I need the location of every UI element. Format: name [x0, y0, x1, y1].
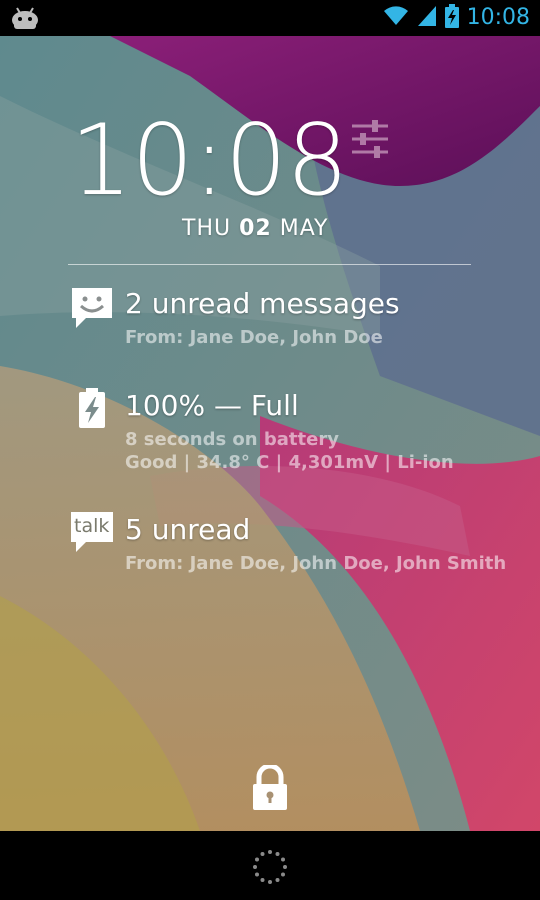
- clock-time: 10:08: [70, 104, 348, 218]
- loading-spinner-icon: [252, 849, 288, 885]
- notification-talk[interactable]: talk 5 unread From: Jane Doe, John Doe, …: [70, 512, 520, 576]
- date-num: 02: [239, 216, 272, 241]
- lock-icon[interactable]: [250, 763, 290, 811]
- talk-icon: talk: [70, 512, 114, 556]
- battery-charging-icon: [70, 388, 114, 432]
- battery-charging-icon: [444, 4, 459, 32]
- status-time: 10:08: [466, 5, 530, 30]
- notification-line: From: Jane Doe, John Doe: [125, 327, 383, 348]
- talk-icon-label: talk: [74, 515, 110, 537]
- notification-line: 8 seconds on battery: [125, 429, 339, 450]
- sliders-settings-icon[interactable]: [350, 120, 390, 158]
- divider: [68, 264, 471, 265]
- wifi-icon: [383, 5, 409, 31]
- notification-line: From: Jane Doe, John Doe, John Smith: [125, 553, 507, 574]
- message-smiley-icon: [70, 286, 114, 330]
- cell-signal-icon: [417, 5, 437, 31]
- notification-title: 2 unread messages: [125, 287, 400, 320]
- notification-title: 100% — Full: [125, 389, 299, 422]
- notification-messages[interactable]: 2 unread messages From: Jane Doe, John D…: [70, 286, 520, 350]
- status-icons: 10:08: [383, 0, 530, 36]
- date-month: MAY: [279, 216, 329, 241]
- date-day: THU: [182, 216, 232, 241]
- notification-title: 5 unread: [125, 513, 251, 546]
- android-debug-icon: [10, 6, 42, 30]
- lockscreen: 10:08 10:08 THU 02 MAY 2 unread messages…: [0, 0, 540, 900]
- notification-line: Good | 34.8° C | 4,301mV | Li-ion: [125, 452, 454, 473]
- notification-battery[interactable]: 100% — Full 8 seconds on battery Good | …: [70, 388, 520, 478]
- date: THU 02 MAY: [182, 214, 328, 244]
- status-bar: 10:08: [0, 0, 540, 36]
